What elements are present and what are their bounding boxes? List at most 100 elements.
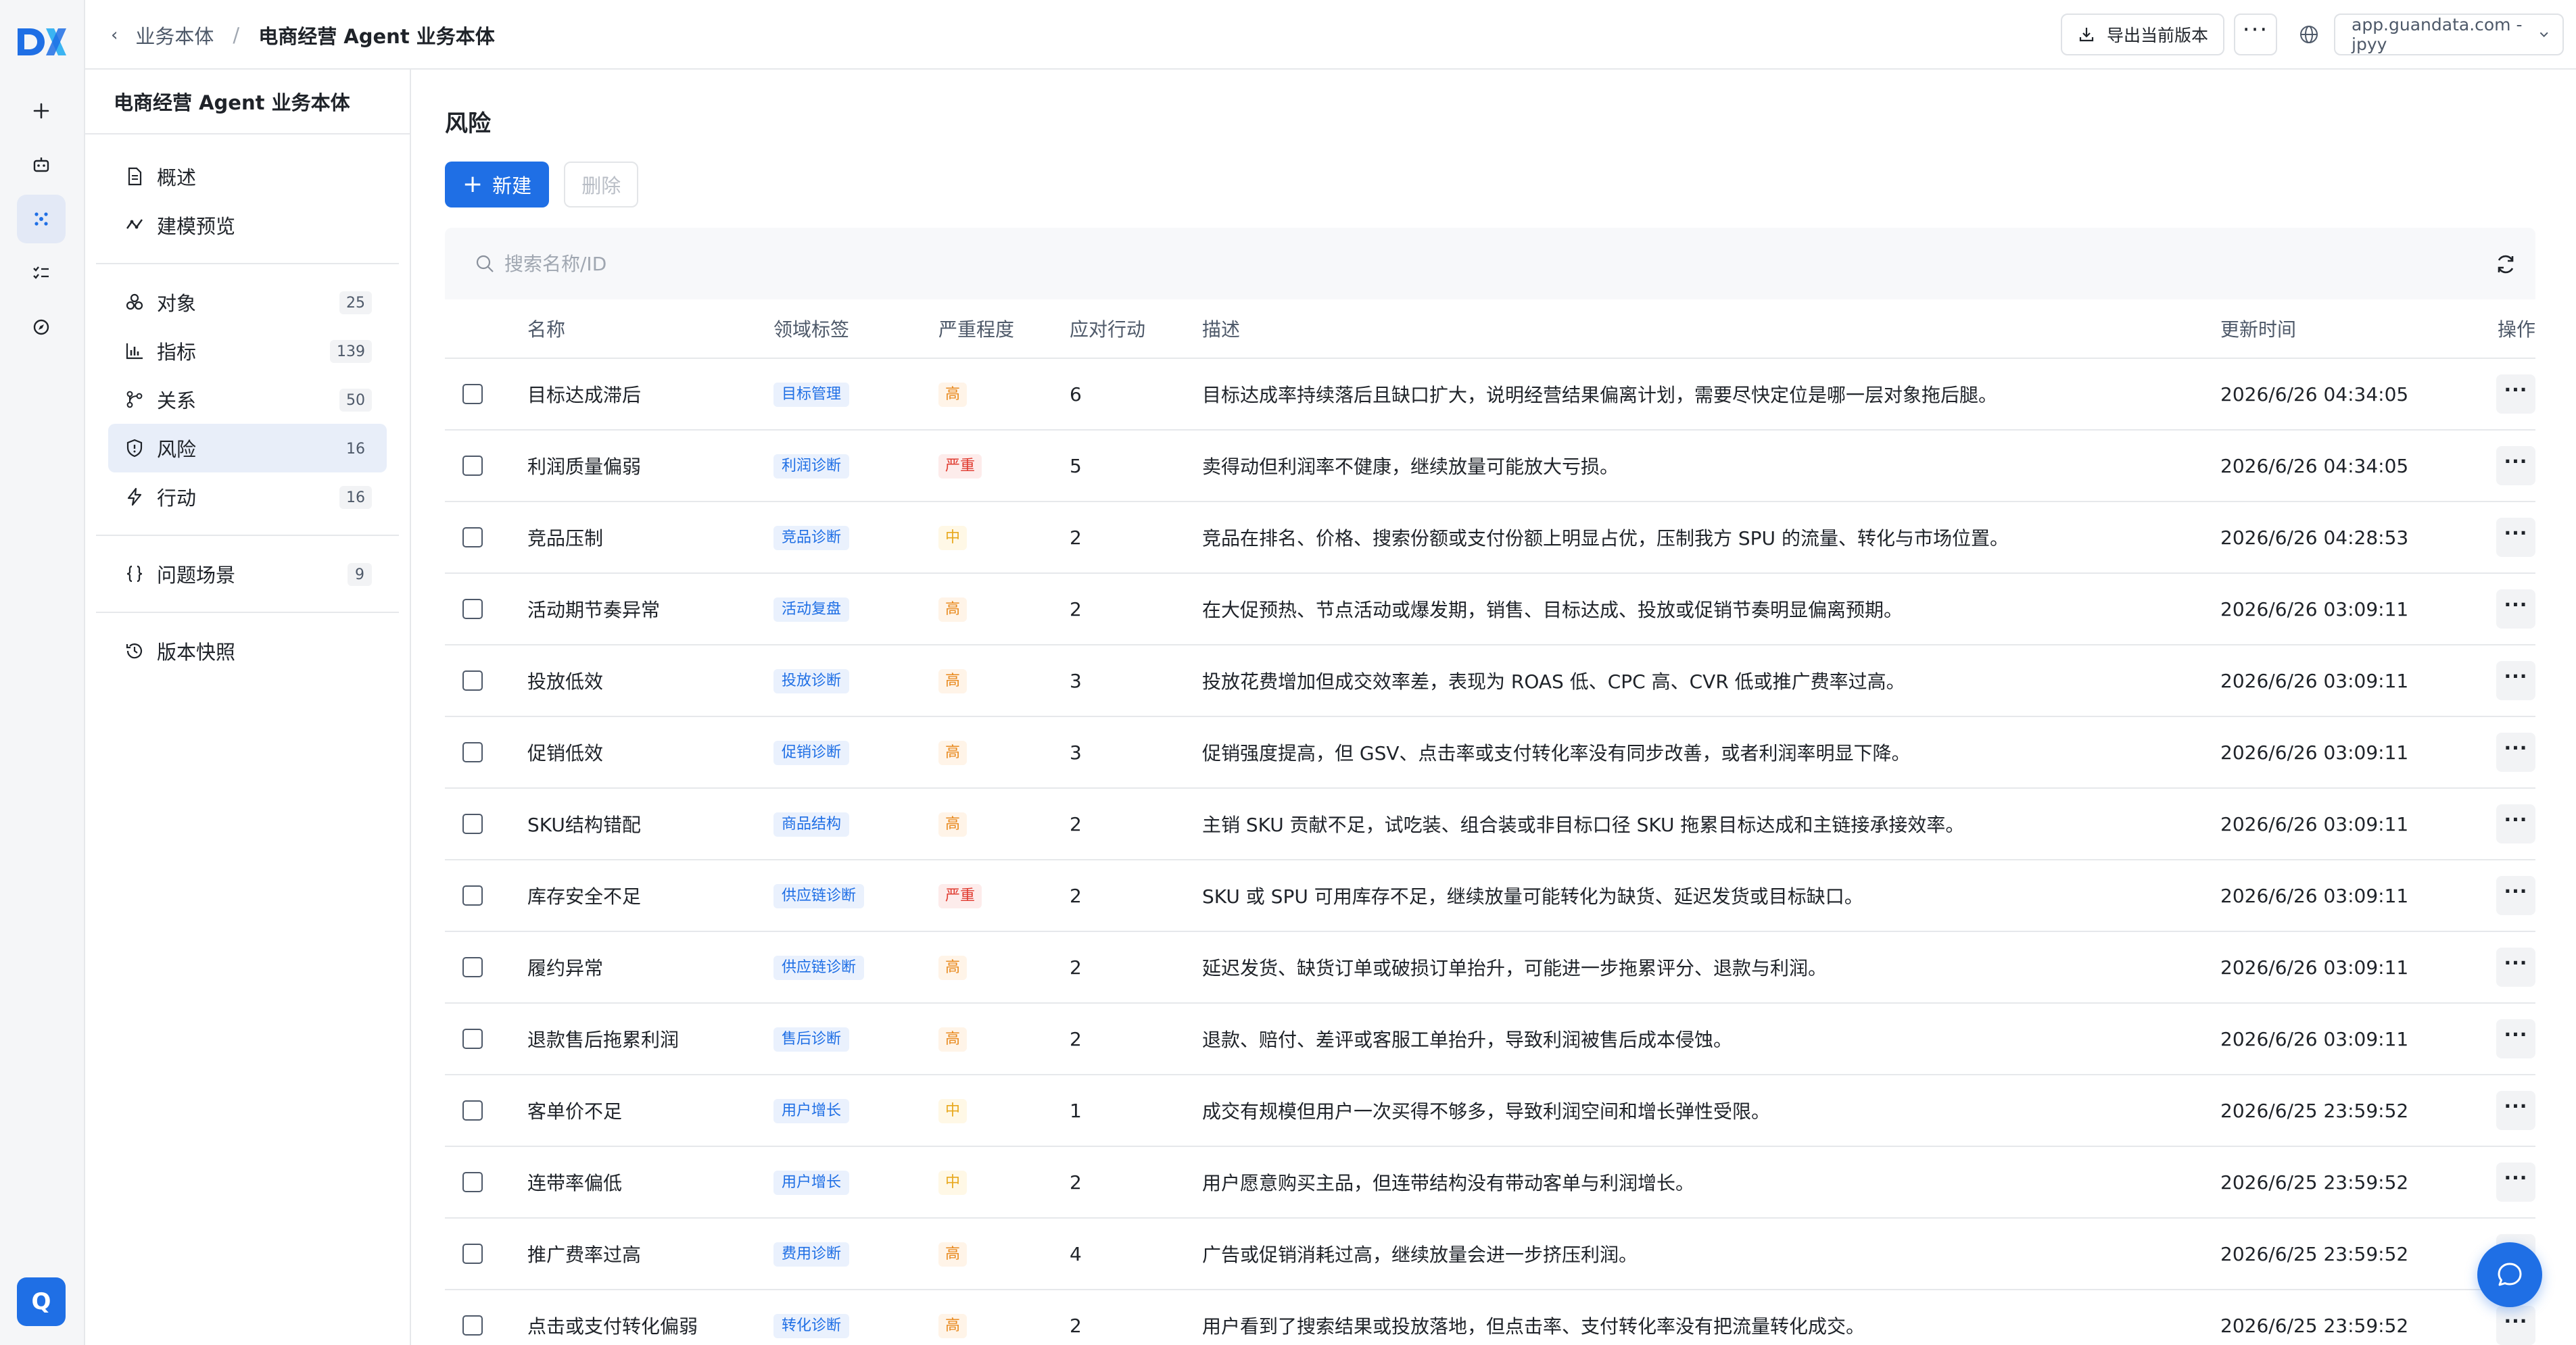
- domain-tag-cell: 供应链诊断: [773, 883, 938, 908]
- row-more-button[interactable]: ···: [2496, 1163, 2535, 1202]
- back-icon[interactable]: ‹: [111, 25, 118, 45]
- row-more-button[interactable]: ···: [2496, 1019, 2535, 1058]
- tasks-nav-button[interactable]: [17, 249, 66, 297]
- table-row[interactable]: 客单价不足 用户增长 中 1 成交有规模但用户一次买得不够多，导致利润空间和增长弹性受限…: [445, 1075, 2535, 1147]
- row-checkbox[interactable]: [462, 1029, 483, 1049]
- row-more-button[interactable]: ···: [2496, 446, 2535, 485]
- new-risk-button[interactable]: + 新建: [445, 162, 550, 207]
- row-more-button[interactable]: ···: [2496, 804, 2535, 843]
- row-checkbox[interactable]: [462, 599, 483, 619]
- table-row[interactable]: SKU结构错配 商品结构 高 2 主销 SKU 贡献不足，试吃装、组合装或非目标口径 S…: [445, 789, 2535, 860]
- column-header-description[interactable]: 描述: [1202, 315, 2220, 342]
- table-row[interactable]: 库存安全不足 供应链诊断 严重 2 SKU 或 SPU 可用库存不足，继续放量可能转化为…: [445, 860, 2535, 932]
- main-content: 风险 + 新建 删除 名称 领域标签 严重程度 应对行动 描述 更新时间 操作: [412, 70, 2576, 1345]
- chat-button[interactable]: [2477, 1242, 2542, 1307]
- row-checkbox[interactable]: [462, 814, 483, 834]
- ontology-nav-button[interactable]: [17, 195, 66, 243]
- table-row[interactable]: 连带率偏低 用户增长 中 2 用户愿意购买主品，但连带结构没有带动客单与利润增长。 202…: [445, 1147, 2535, 1219]
- relation-icon: [126, 391, 143, 408]
- table-row[interactable]: 点击或支付转化偏弱 转化诊断 高 2 用户看到了搜索结果或投放落地，但点击率、支付转化率…: [445, 1290, 2535, 1345]
- sidebar-item-objects[interactable]: 对象 25: [108, 278, 387, 326]
- severity-badge: 高: [938, 597, 968, 622]
- row-checkbox[interactable]: [462, 885, 483, 906]
- domain-tag: 供应链诊断: [773, 884, 865, 908]
- breadcrumb-parent[interactable]: 业务本体: [135, 21, 214, 49]
- updated-time: 2026/6/26 03:09:11: [2220, 956, 2409, 979]
- domain-tag: 转化诊断: [773, 1314, 850, 1338]
- sidebar-item-scenarios[interactable]: 问题场景 9: [108, 549, 387, 598]
- sidebar-item-model-preview[interactable]: 建模预览: [108, 201, 387, 249]
- risk-name: 目标达成滞后: [527, 384, 642, 406]
- sidebar-item-version-snapshots[interactable]: 版本快照: [108, 627, 387, 675]
- table-row[interactable]: 利润质量偏弱 利润诊断 严重 5 卖得动但利润率不健康，继续放量可能放大亏损。 2026/…: [445, 431, 2535, 502]
- table-row[interactable]: 活动期节奏异常 活动复盘 高 2 在大促预热、节点活动或爆发期，销售、目标达成、投放或促…: [445, 574, 2535, 645]
- domain-select[interactable]: app.guandata.com - jpyy: [2334, 14, 2564, 55]
- sidebar-item-label: 指标: [157, 341, 197, 364]
- new-risk-label: 新建: [492, 174, 532, 197]
- row-checkbox[interactable]: [462, 527, 483, 547]
- domain-tag-cell: 促销诊断: [773, 739, 938, 765]
- response-action-count: 4: [1070, 1242, 1082, 1265]
- row-checkbox[interactable]: [462, 742, 483, 762]
- row-checkbox[interactable]: [462, 957, 483, 977]
- risk-description: 投放花费增加但成交效率差，表现为 ROAS 低、CPC 高、CVR 低或推广费率…: [1202, 670, 1905, 693]
- row-more-button[interactable]: ···: [2496, 948, 2535, 987]
- more-button[interactable]: ···: [2234, 14, 2277, 55]
- column-header-severity[interactable]: 严重程度: [938, 315, 1070, 342]
- agent-nav-button[interactable]: [17, 141, 66, 189]
- row-more-button[interactable]: ···: [2496, 374, 2535, 414]
- sidebar-group-overview: 概述 建模预览: [96, 139, 399, 264]
- row-checkbox[interactable]: [462, 384, 483, 404]
- row-checkbox[interactable]: [462, 1315, 483, 1336]
- row-more-button[interactable]: ···: [2496, 1091, 2535, 1130]
- column-header-name[interactable]: 名称: [527, 315, 773, 342]
- user-avatar[interactable]: Q: [17, 1277, 66, 1326]
- domain-tag-cell: 转化诊断: [773, 1313, 938, 1338]
- logo-icon[interactable]: [15, 26, 68, 58]
- severity-cell: 高: [938, 596, 1070, 622]
- risk-name: 促销低效: [527, 742, 604, 764]
- table-row[interactable]: 推广费率过高 费用诊断 高 4 广告或促销消耗过高，继续放量会进一步挤压利润。 2026/…: [445, 1219, 2535, 1290]
- refresh-icon[interactable]: [2494, 252, 2518, 276]
- sidebar-item-actions[interactable]: 行动 16: [108, 472, 387, 521]
- table-row[interactable]: 退款售后拖累利润 售后诊断 高 2 退款、赔付、差评或客服工单抬升，导致利润被售后成本侵…: [445, 1004, 2535, 1075]
- sidebar-item-metrics[interactable]: 指标 139: [108, 326, 387, 375]
- row-checkbox[interactable]: [462, 456, 483, 476]
- sidebar-item-risks[interactable]: 风险 16: [108, 424, 387, 472]
- table-row[interactable]: 履约异常 供应链诊断 高 2 延迟发货、缺货订单或破损订单抬升，可能进一步拖累评分、退款…: [445, 932, 2535, 1004]
- table-row[interactable]: 促销低效 促销诊断 高 3 促销强度提高，但 GSV、点击率或支付转化率没有同步改善，或…: [445, 717, 2535, 789]
- severity-cell: 严重: [938, 883, 1070, 908]
- add-button[interactable]: [17, 87, 66, 135]
- row-checkbox[interactable]: [462, 1244, 483, 1264]
- download-icon: [2079, 28, 2094, 42]
- sidebar-item-overview[interactable]: 概述: [108, 152, 387, 201]
- row-more-button[interactable]: ···: [2496, 1306, 2535, 1345]
- column-header-tag[interactable]: 领域标签: [773, 315, 938, 342]
- table-row[interactable]: 目标达成滞后 目标管理 高 6 目标达成率持续落后且缺口扩大，说明经营结果偏离计划，需要…: [445, 359, 2535, 431]
- explore-nav-button[interactable]: [17, 303, 66, 351]
- row-more-button[interactable]: ···: [2496, 589, 2535, 629]
- chevron-down-icon: [2539, 32, 2548, 37]
- column-header-updated[interactable]: 更新时间: [2220, 315, 2477, 342]
- table-row[interactable]: 竞品压制 竞品诊断 中 2 竞品在排名、价格、搜索份额或支付份额上明显占优，压制我方 S…: [445, 502, 2535, 574]
- severity-badge: 高: [938, 1242, 968, 1267]
- table-body: 目标达成滞后 目标管理高 6 目标达成率持续落后且缺口扩大，说明经营结果偏离计划，需要…: [445, 359, 2535, 1345]
- chat-bubble-icon: [2498, 1263, 2522, 1286]
- column-header-actions[interactable]: 应对行动: [1070, 315, 1202, 342]
- row-more-button[interactable]: ···: [2496, 876, 2535, 915]
- sidebar-item-relations[interactable]: 关系 50: [108, 375, 387, 424]
- row-operations-cell: ···: [2477, 518, 2535, 557]
- delete-button[interactable]: 删除: [564, 162, 639, 207]
- export-version-button[interactable]: 导出当前版本: [2060, 14, 2224, 55]
- row-more-button[interactable]: ···: [2496, 733, 2535, 772]
- row-checkbox[interactable]: [462, 1100, 483, 1121]
- table-row[interactable]: 投放低效 投放诊断 高 3 投放花费增加但成交效率差，表现为 ROAS 低、CPC 高、…: [445, 645, 2535, 717]
- row-operations-cell: ···: [2477, 733, 2535, 772]
- row-more-button[interactable]: ···: [2496, 661, 2535, 700]
- column-header-operations: 操作: [2497, 318, 2535, 341]
- row-checkbox[interactable]: [462, 670, 483, 691]
- search-input[interactable]: [504, 244, 1316, 283]
- row-more-button[interactable]: ···: [2496, 518, 2535, 557]
- row-checkbox[interactable]: [462, 1172, 483, 1192]
- domain-tag: 利润诊断: [773, 454, 850, 479]
